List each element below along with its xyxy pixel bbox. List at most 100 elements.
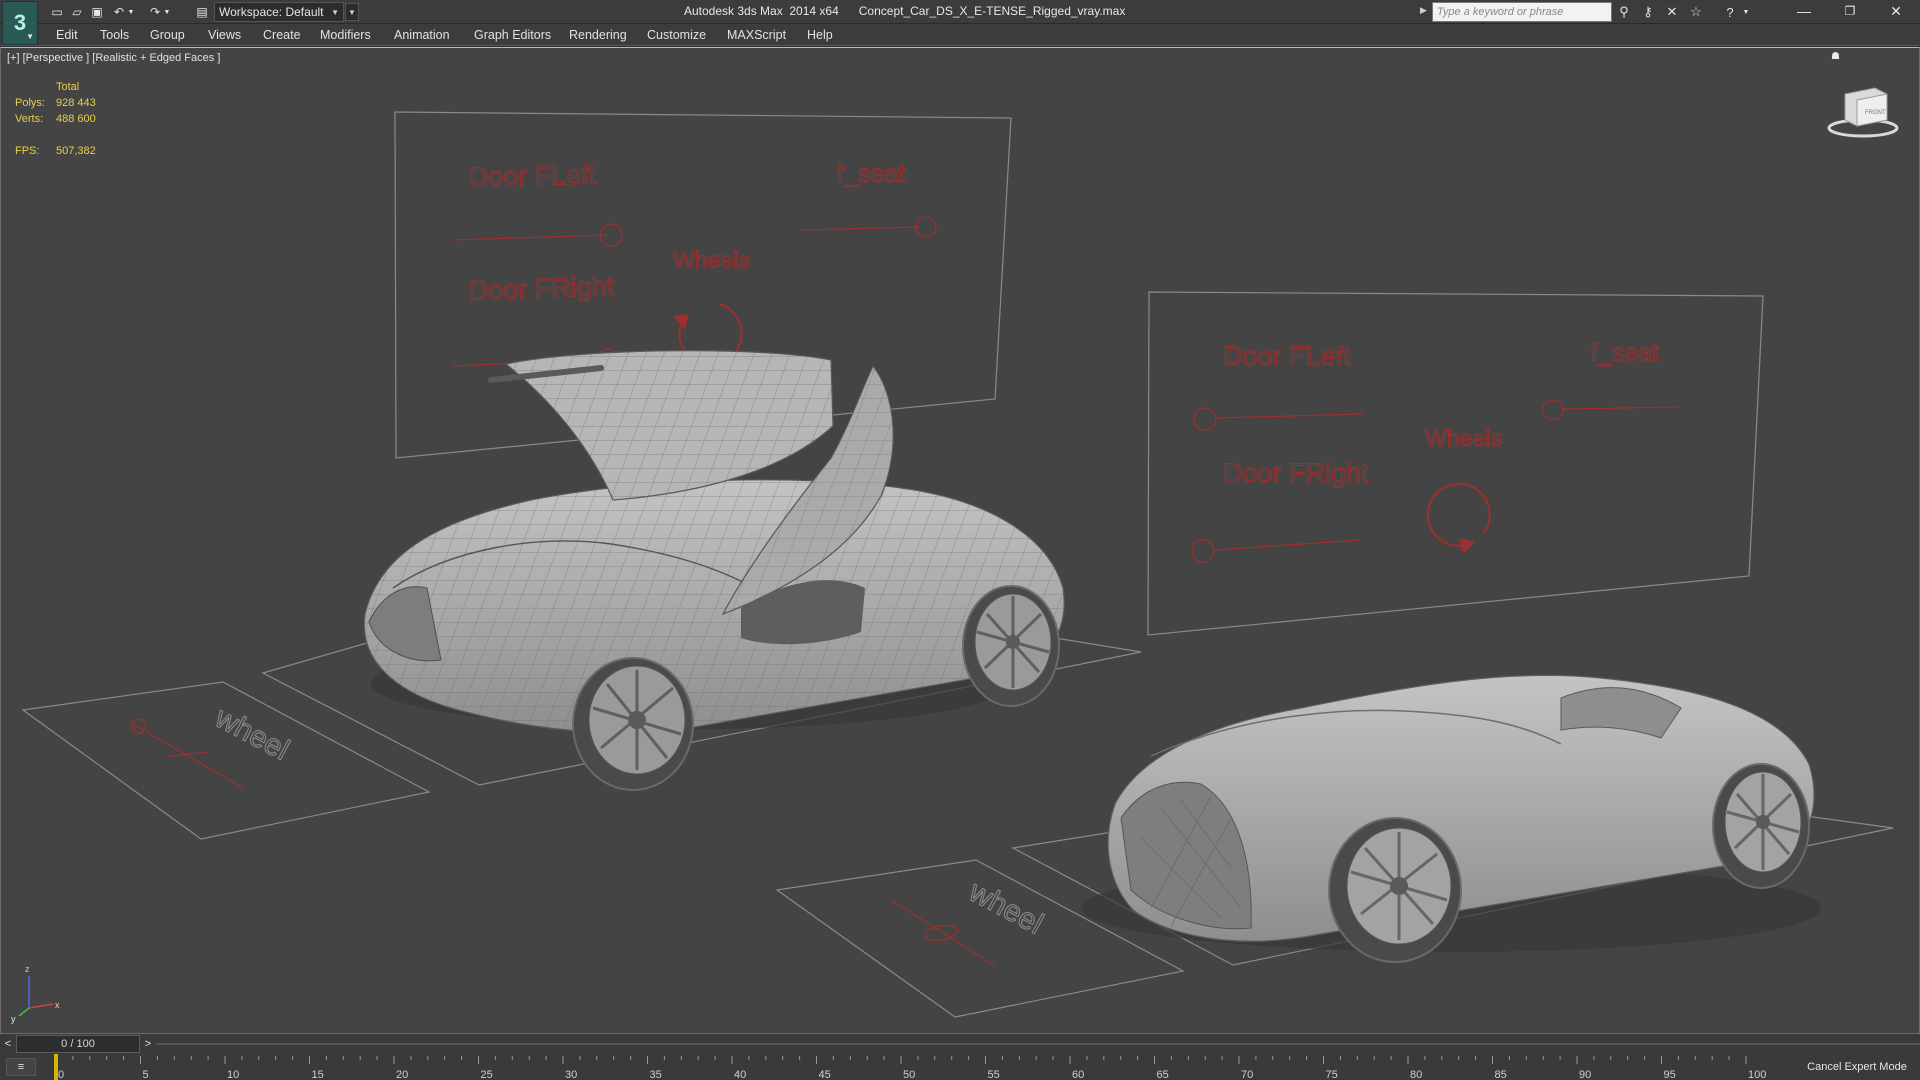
ruler-label: 40 bbox=[734, 1069, 746, 1080]
app-menu-button[interactable]: 3 ▼ bbox=[2, 1, 38, 45]
rig-left-door-fright-label: Door FRight bbox=[468, 271, 615, 306]
satellite-icon[interactable]: ✕ bbox=[1662, 3, 1682, 21]
title-bar: 3 ▼ ▭ ▱ ▣ ↶ ▼ ↷ ▼ ▤ Workspace: Default ▼… bbox=[0, 0, 1920, 45]
menu-customize[interactable]: Customize bbox=[647, 28, 706, 42]
menu-graph-editors[interactable]: Graph Editors bbox=[474, 28, 551, 42]
time-slider-thumb[interactable]: 0 / 100 bbox=[16, 1035, 140, 1053]
restore-button[interactable]: ❐ bbox=[1828, 0, 1872, 22]
track-bar-ruler[interactable]: 0 5 10 15 20 25 30 35 40 45 50 55 60 65 70 75 80 85 90 95 10… bbox=[44, 1054, 1784, 1080]
rig-left-fseat-label: f_seat bbox=[837, 160, 905, 188]
ruler-label: 10 bbox=[227, 1069, 239, 1080]
rig-panel-right: Door FLeft f_seat Wheels Door FRight bbox=[1147, 291, 1764, 636]
home-icon[interactable]: ☗ bbox=[1831, 51, 1840, 62]
stats-header: Total bbox=[56, 81, 80, 93]
axis-z-label: z bbox=[25, 964, 30, 974]
current-frame-marker[interactable] bbox=[54, 1054, 58, 1080]
viewport-label-menu[interactable]: [+] [Perspective ] [Realistic + Edged Fa… bbox=[7, 52, 220, 64]
chevron-down-icon: ▼ bbox=[331, 7, 339, 17]
ruler-label: 25 bbox=[481, 1069, 493, 1080]
workspace-dropdown[interactable]: Workspace: Default ▼ bbox=[214, 2, 344, 22]
minimize-button[interactable]: — bbox=[1782, 0, 1826, 22]
time-slider-prev-button[interactable]: < bbox=[0, 1036, 16, 1052]
ruler-label: 50 bbox=[903, 1069, 915, 1080]
viewport-statistics: Total Polys: 928 443 Verts: 488 600 FPS: 50… bbox=[15, 81, 96, 161]
rig-right-door-fleft-handle bbox=[1193, 407, 1217, 431]
chevron-down-icon: ▼ bbox=[26, 32, 34, 41]
open-file-icon[interactable]: ▱ bbox=[68, 3, 86, 21]
menu-create[interactable]: Create bbox=[263, 28, 301, 42]
close-button[interactable]: ✕ bbox=[1874, 0, 1918, 22]
rig-right-door-fright-label: Door FRight bbox=[1223, 458, 1369, 488]
car-right-rear-wheel bbox=[1712, 763, 1810, 889]
stats-polys-value: 928 443 bbox=[56, 97, 96, 109]
workspace-label: Workspace: Default bbox=[219, 5, 324, 19]
menu-views[interactable]: Views bbox=[208, 28, 241, 42]
customize-toolbar-icon[interactable]: ▼ bbox=[345, 3, 359, 21]
search-input[interactable]: Type a keyword or phrase bbox=[1432, 2, 1612, 22]
ruler-label: 85 bbox=[1495, 1069, 1507, 1080]
axis-tripod-icon: z x y bbox=[11, 964, 60, 1024]
ruler-label: 55 bbox=[988, 1069, 1000, 1080]
car-right-front-wheel bbox=[1328, 817, 1462, 963]
project-folder-icon[interactable]: ▤ bbox=[193, 3, 211, 21]
perspective-viewport[interactable]: Door FLeft f_seat Wheels Door FRight Doo… bbox=[0, 47, 1920, 1034]
ruler-label: 20 bbox=[396, 1069, 408, 1080]
rig-right-fseat-handle bbox=[1542, 399, 1564, 421]
track-bar-menu-icon[interactable]: ≡ bbox=[6, 1058, 36, 1076]
rig-right-door-fleft-label: Door FLeft bbox=[1223, 341, 1351, 371]
menu-help[interactable]: Help bbox=[807, 28, 833, 42]
rig-right-wheels-label: Wheels bbox=[1425, 425, 1502, 451]
ruler-label: 30 bbox=[565, 1069, 577, 1080]
axis-x-label: x bbox=[55, 1000, 60, 1010]
car-left-front-wheel bbox=[572, 657, 694, 791]
viewcube-face-label: FRONT bbox=[1865, 110, 1886, 116]
binoculars-icon[interactable]: ⚲ bbox=[1614, 3, 1634, 21]
wheel-control-left-label: wheel bbox=[209, 701, 295, 767]
menu-modifiers[interactable]: Modifiers bbox=[320, 28, 371, 42]
stats-fps-label: FPS: bbox=[15, 145, 40, 157]
menu-tools[interactable]: Tools bbox=[100, 28, 129, 42]
ruler-label: 80 bbox=[1410, 1069, 1422, 1080]
star-icon[interactable]: ☆ bbox=[1686, 3, 1706, 21]
time-slider[interactable]: < 0 / 100 > bbox=[0, 1035, 156, 1053]
key-icon[interactable]: ⚷ bbox=[1638, 3, 1658, 21]
help-dropdown-icon[interactable]: ▼ bbox=[1740, 3, 1752, 21]
time-slider-track[interactable] bbox=[156, 1043, 1920, 1045]
redo-dropdown-icon[interactable]: ▼ bbox=[162, 3, 172, 21]
help-icon[interactable]: ? bbox=[1720, 3, 1740, 21]
stats-verts-value: 488 600 bbox=[56, 113, 96, 125]
new-file-icon[interactable]: ▭ bbox=[48, 3, 66, 21]
ruler-label: 15 bbox=[312, 1069, 324, 1080]
undo-dropdown-icon[interactable]: ▼ bbox=[126, 3, 136, 21]
menu-maxscript[interactable]: MAXScript bbox=[727, 28, 786, 42]
menu-animation[interactable]: Animation bbox=[394, 28, 450, 42]
stats-fps-value: 507,382 bbox=[56, 145, 96, 157]
scene-canvas[interactable]: Door FLeft f_seat Wheels Door FRight Doo… bbox=[1, 48, 1920, 1034]
timeline-bar: < 0 / 100 > ≡ 0 5 10 15 20 25 30 35 40 45 50 55 60 65… bbox=[0, 1034, 1920, 1080]
ruler-label: 75 bbox=[1326, 1069, 1338, 1080]
ruler-label: 35 bbox=[650, 1069, 662, 1080]
car-model-right-closed bbox=[1081, 674, 1821, 963]
viewcube[interactable]: FRONT bbox=[1825, 80, 1901, 140]
wheel-control-right: wheel bbox=[890, 874, 1049, 967]
rig-right-fseat-label: f_seat bbox=[1591, 339, 1659, 367]
car-model-left-open-doors bbox=[363, 350, 1065, 791]
ruler-label: 70 bbox=[1241, 1069, 1253, 1080]
cancel-expert-mode-button[interactable]: Cancel Expert Mode bbox=[1798, 1058, 1916, 1076]
time-slider-next-button[interactable]: > bbox=[140, 1036, 156, 1052]
wheel-control-left: wheel bbox=[131, 700, 295, 789]
menu-group[interactable]: Group bbox=[150, 28, 185, 42]
ruler-label: 95 bbox=[1664, 1069, 1676, 1080]
axis-y-label: y bbox=[11, 1014, 16, 1024]
stats-polys-label: Polys: bbox=[15, 97, 45, 109]
wheel-control-right-label: wheel bbox=[963, 875, 1049, 941]
save-icon[interactable]: ▣ bbox=[88, 3, 106, 21]
menu-edit[interactable]: Edit bbox=[56, 28, 78, 42]
search-expand-icon[interactable]: ▶ bbox=[1420, 5, 1427, 16]
ruler-label: 60 bbox=[1072, 1069, 1084, 1080]
ruler-label: 65 bbox=[1157, 1069, 1169, 1080]
rig-right-wheels-rotate-icon bbox=[1426, 482, 1491, 547]
menu-rendering[interactable]: Rendering bbox=[569, 28, 627, 42]
window-title: Autodesk 3ds Max 2014 x64 Concept_Car_DS… bbox=[684, 4, 1126, 18]
ruler-label: 5 bbox=[143, 1069, 149, 1080]
